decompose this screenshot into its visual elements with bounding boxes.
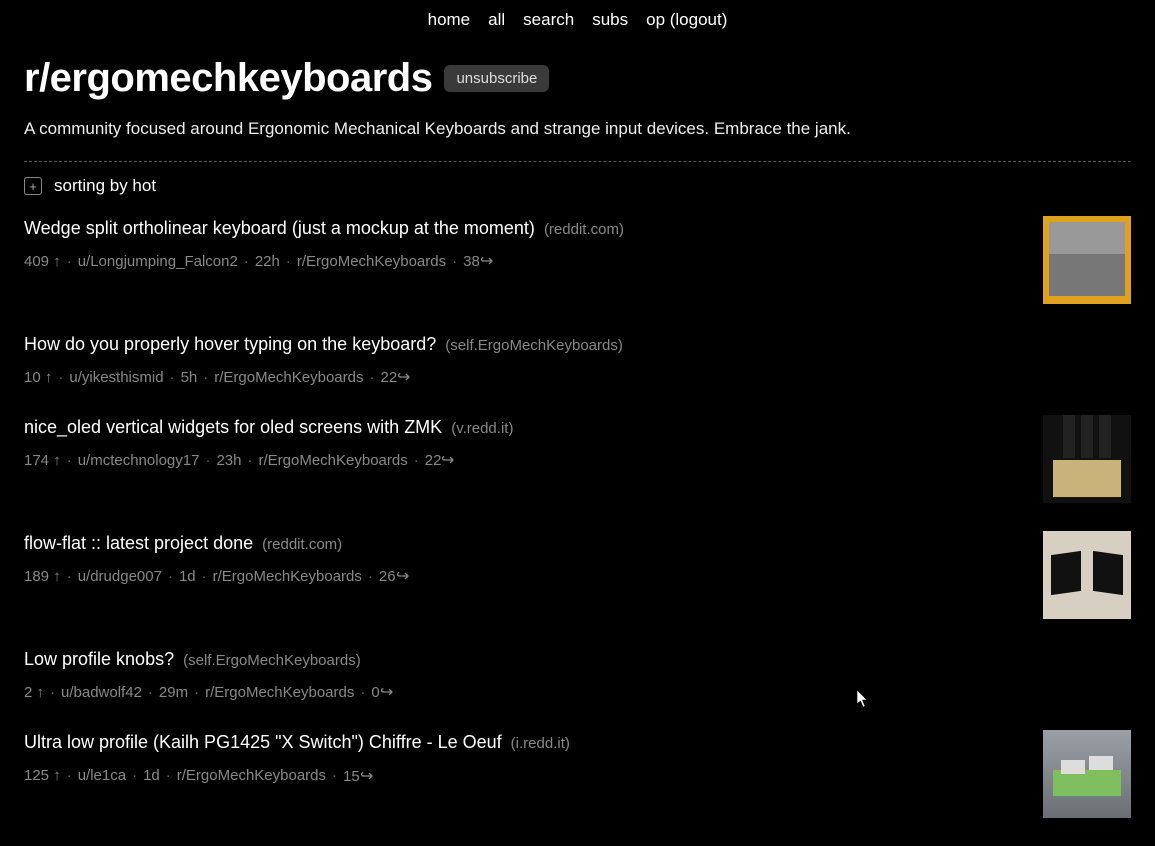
post-title-link[interactable]: nice_oled vertical widgets for oled scre…: [24, 417, 442, 437]
post-comments-link[interactable]: 22: [425, 450, 455, 470]
separator: [205, 452, 210, 469]
post-domain: (v.redd.it): [451, 420, 513, 437]
post-author-link[interactable]: u/badwolf42: [61, 684, 142, 701]
post-title-link[interactable]: flow-flat :: latest project done: [24, 533, 253, 553]
post-domain: (i.redd.it): [511, 735, 570, 752]
separator: [148, 684, 153, 701]
separator: [203, 369, 208, 386]
separator: [452, 253, 457, 270]
separator: [247, 452, 252, 469]
separator: [370, 369, 375, 386]
post-score[interactable]: 174: [24, 452, 61, 469]
post-subreddit-link[interactable]: r/ErgoMechKeyboards: [214, 369, 363, 386]
separator: [368, 568, 373, 585]
post-age: 22h: [255, 253, 280, 270]
post-subreddit-link[interactable]: r/ErgoMechKeyboards: [297, 253, 446, 270]
post-thumbnail[interactable]: [1043, 531, 1131, 619]
post-author-link[interactable]: u/mctechnology17: [78, 452, 200, 469]
post-comments-link[interactable]: 26: [379, 566, 409, 586]
post-age: 1d: [143, 767, 160, 784]
post-item: nice_oled vertical widgets for oled scre…: [24, 415, 1131, 503]
separator: [67, 253, 72, 270]
post-author-link[interactable]: u/drudge007: [78, 568, 162, 585]
post-domain: (reddit.com): [262, 536, 342, 553]
post-comments-link[interactable]: 0: [371, 682, 393, 702]
expand-sort-button[interactable]: +: [24, 177, 42, 195]
separator: [332, 767, 337, 784]
top-nav: home all search subs op (logout): [0, 0, 1155, 34]
post-comments-link[interactable]: 38: [463, 251, 493, 271]
subreddit-title: r/ergomechkeyboards: [24, 56, 432, 101]
nav-subs[interactable]: subs: [592, 10, 628, 30]
post-item: Low profile knobs? (self.ErgoMechKeyboar…: [24, 647, 1131, 702]
post-score[interactable]: 189: [24, 568, 61, 585]
sort-label: sorting by hot: [54, 176, 156, 196]
separator: [58, 369, 63, 386]
post-item: flow-flat :: latest project done (reddit…: [24, 531, 1131, 619]
post-subreddit-link[interactable]: r/ErgoMechKeyboards: [258, 452, 407, 469]
separator: [50, 684, 55, 701]
separator: [194, 684, 199, 701]
nav-search[interactable]: search: [523, 10, 574, 30]
post-score[interactable]: 2: [24, 684, 44, 701]
post-age: 1d: [179, 568, 196, 585]
post-score[interactable]: 10: [24, 369, 52, 386]
separator: [166, 767, 171, 784]
post-score[interactable]: 409: [24, 253, 61, 270]
post-subreddit-link[interactable]: r/ErgoMechKeyboards: [213, 568, 362, 585]
post-item: Wedge split ortholinear keyboard (just a…: [24, 216, 1131, 304]
post-subreddit-link[interactable]: r/ErgoMechKeyboards: [177, 767, 326, 784]
post-title-link[interactable]: Ultra low profile (Kailh PG1425 "X Switc…: [24, 732, 502, 752]
post-score[interactable]: 125: [24, 767, 61, 784]
post-subreddit-link[interactable]: r/ErgoMechKeyboards: [205, 684, 354, 701]
post-thumbnail[interactable]: [1043, 415, 1131, 503]
post-title-link[interactable]: Wedge split ortholinear keyboard (just a…: [24, 218, 535, 238]
post-comments-link[interactable]: 22: [381, 367, 411, 387]
post-item: Ultra low profile (Kailh PG1425 "X Switc…: [24, 730, 1131, 818]
separator: [67, 767, 72, 784]
post-thumbnail[interactable]: [1043, 216, 1131, 304]
post-author-link[interactable]: u/Longjumping_Falcon2: [78, 253, 238, 270]
post-title-link[interactable]: How do you properly hover typing on the …: [24, 334, 436, 354]
post-comments-link[interactable]: 15: [343, 766, 373, 786]
separator: [67, 452, 72, 469]
post-author-link[interactable]: u/yikesthismid: [69, 369, 163, 386]
divider: [24, 161, 1131, 162]
separator: [286, 253, 291, 270]
separator: [202, 568, 207, 585]
separator: [414, 452, 419, 469]
separator: [170, 369, 175, 386]
nav-home[interactable]: home: [428, 10, 471, 30]
separator: [168, 568, 173, 585]
subreddit-description: A community focused around Ergonomic Mec…: [24, 119, 1131, 139]
subreddit-header: r/ergomechkeyboards unsubscribe: [24, 56, 1131, 101]
post-title-link[interactable]: Low profile knobs?: [24, 649, 174, 669]
post-item: How do you properly hover typing on the …: [24, 332, 1131, 387]
post-domain: (reddit.com): [544, 221, 624, 238]
post-author-link[interactable]: u/le1ca: [78, 767, 126, 784]
separator: [67, 568, 72, 585]
nav-all[interactable]: all: [488, 10, 505, 30]
unsubscribe-button[interactable]: unsubscribe: [444, 65, 549, 92]
post-list: Wedge split ortholinear keyboard (just a…: [24, 216, 1131, 818]
post-thumbnail[interactable]: [1043, 730, 1131, 818]
nav-user-logout[interactable]: op (logout): [646, 10, 727, 30]
separator: [360, 684, 365, 701]
post-age: 29m: [159, 684, 188, 701]
separator: [132, 767, 137, 784]
post-age: 23h: [216, 452, 241, 469]
separator: [244, 253, 249, 270]
sort-row: + sorting by hot: [24, 176, 1131, 196]
post-domain: (self.ErgoMechKeyboards): [183, 652, 361, 669]
post-domain: (self.ErgoMechKeyboards): [445, 337, 623, 354]
post-age: 5h: [181, 369, 198, 386]
